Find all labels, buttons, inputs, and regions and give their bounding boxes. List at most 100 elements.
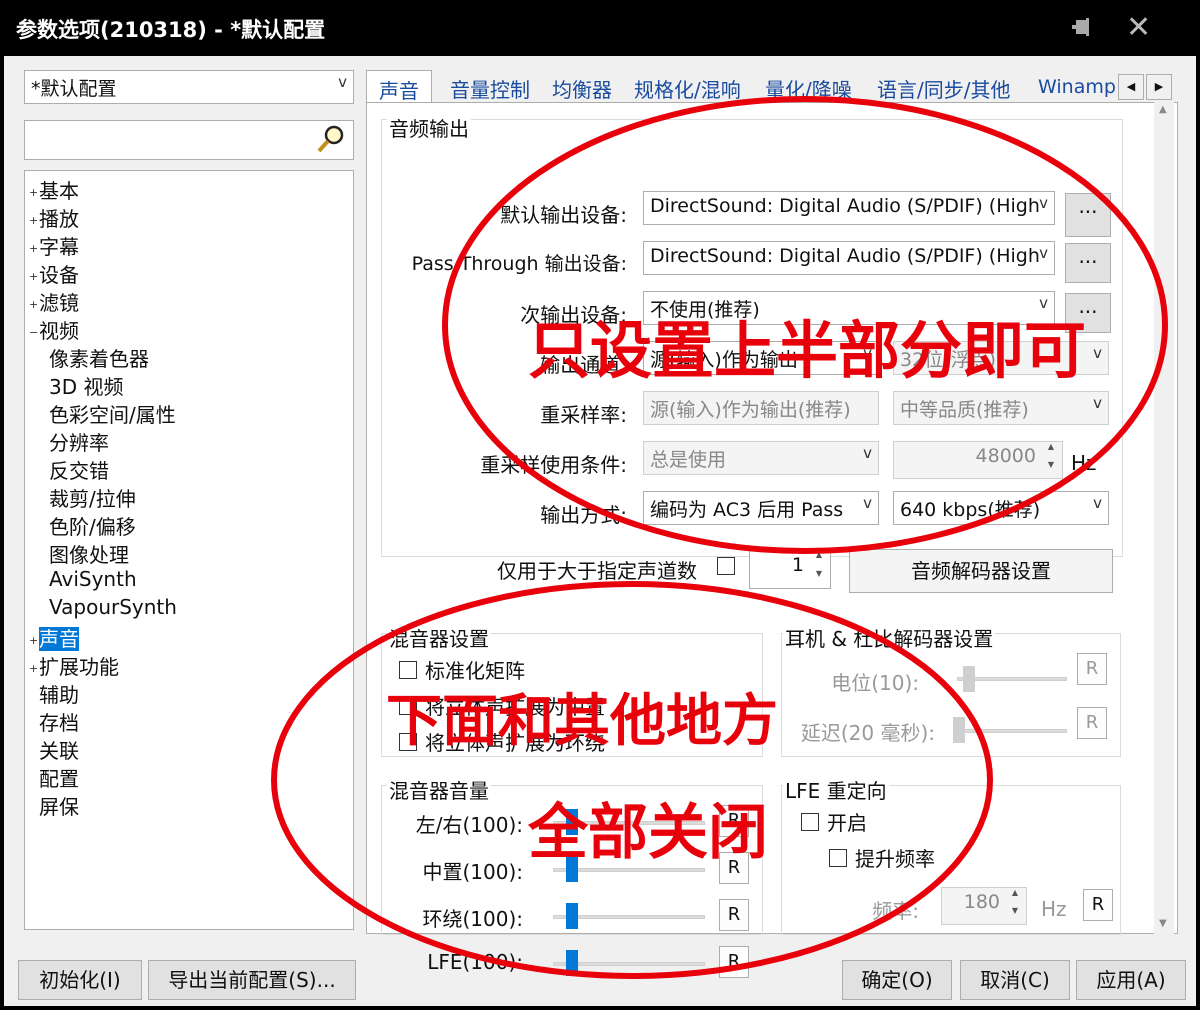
- pin-icon[interactable]: [1068, 14, 1096, 42]
- mixer-volume-label: 左/右(100):: [415, 813, 523, 837]
- passthrough-device-more-button[interactable]: ...: [1065, 243, 1111, 283]
- spin-down-icon[interactable]: ▼: [1042, 460, 1060, 478]
- default-device-select[interactable]: DirectSound: Digital Audio (S/PDIF) (Hig…: [643, 191, 1055, 225]
- expand-icon[interactable]: +: [29, 186, 39, 199]
- tree-item[interactable]: 3D 视频: [49, 371, 123, 400]
- tree-item[interactable]: 裁剪/拉伸: [49, 483, 136, 512]
- spin-up-icon[interactable]: ▲: [810, 550, 828, 569]
- lfe-enable-checkbox[interactable]: [801, 813, 819, 831]
- tree-item[interactable]: −视频: [29, 315, 79, 344]
- lfe-boost-checkbox[interactable]: [829, 849, 847, 867]
- ok-button[interactable]: 确定(O): [842, 960, 952, 1000]
- resample-condition-select[interactable]: 总是使用 v: [643, 441, 879, 475]
- close-icon[interactable]: ✕: [1126, 10, 1151, 45]
- chevron-down-icon: v: [1093, 494, 1102, 512]
- bitrate-select[interactable]: 640 kbps(推荐) v: [893, 491, 1109, 525]
- tab-language-sync-other[interactable]: 语言/同步/其他: [877, 74, 1010, 103]
- tree-item-label: 分辨率: [49, 431, 109, 455]
- expand-icon[interactable]: +: [29, 662, 39, 675]
- sample-rate-spinner[interactable]: 48000 ▲ ▼: [893, 441, 1063, 479]
- tree-item-label: 图像处理: [49, 543, 129, 567]
- min-channels-spinner[interactable]: 1 ▲ ▼: [749, 549, 831, 589]
- lfe-freq-reset-button[interactable]: R: [1083, 889, 1113, 921]
- tree-item[interactable]: +声音: [29, 623, 79, 652]
- window-title: 参数选项(210318) - *默认配置: [16, 18, 326, 42]
- apply-button[interactable]: 应用(A): [1076, 960, 1186, 1000]
- spin-down-icon[interactable]: ▼: [1006, 906, 1024, 924]
- tab-winamp[interactable]: Winamp: [1038, 76, 1116, 98]
- profile-select[interactable]: *默认配置 v: [24, 70, 354, 104]
- scroll-down-icon[interactable]: ▼: [1159, 918, 1167, 929]
- spin-down-icon[interactable]: ▼: [810, 569, 828, 588]
- tree-item[interactable]: VapourSynth: [49, 595, 177, 619]
- expand-icon[interactable]: +: [29, 270, 39, 283]
- lfe-freq-spinner[interactable]: 180 ▲ ▼: [941, 887, 1027, 925]
- expand-icon[interactable]: +: [29, 242, 39, 255]
- tree-item-label: 播放: [39, 207, 79, 231]
- mixer-volume-title: 混音器音量: [387, 775, 491, 804]
- default-device-label: 默认输出设备:: [500, 203, 627, 227]
- tree-item[interactable]: +播放: [29, 203, 79, 232]
- tree-item[interactable]: AviSynth: [49, 567, 137, 591]
- delay-slider-thumb[interactable]: [953, 717, 965, 743]
- tree-item[interactable]: 辅助: [29, 679, 79, 708]
- init-button[interactable]: 初始化(I): [18, 960, 142, 1000]
- lfe-freq-label: 频率:: [872, 899, 919, 923]
- level-slider-thumb[interactable]: [963, 666, 975, 692]
- tree-item[interactable]: +扩展功能: [29, 651, 119, 680]
- passthrough-device-select[interactable]: DirectSound: Digital Audio (S/PDIF) (Hig…: [643, 241, 1055, 275]
- tree-item[interactable]: 分辨率: [49, 427, 109, 456]
- tree-item[interactable]: +基本: [29, 175, 79, 204]
- mixer-volume-reset-button[interactable]: R: [719, 899, 749, 931]
- tree-item[interactable]: 反交错: [49, 455, 109, 484]
- min-channels-value: 1: [791, 554, 804, 576]
- export-config-button[interactable]: 导出当前配置(S)...: [148, 960, 356, 1000]
- expand-icon[interactable]: +: [29, 214, 39, 227]
- resample-rate-select[interactable]: 源(输入)作为输出(推荐): [643, 391, 879, 425]
- tree-item[interactable]: 屏保: [29, 791, 79, 820]
- tree-item[interactable]: 色阶/偏移: [49, 511, 136, 540]
- mixer-volume-slider-thumb[interactable]: [566, 950, 578, 976]
- collapse-icon[interactable]: −: [29, 326, 39, 339]
- spin-up-icon[interactable]: ▲: [1042, 442, 1060, 460]
- tab-equalizer[interactable]: 均衡器: [552, 74, 612, 103]
- tree-item[interactable]: 关联: [29, 735, 79, 764]
- audio-decoder-settings-button[interactable]: 音频解码器设置: [849, 549, 1113, 593]
- tab-volume-control[interactable]: 音量控制: [450, 74, 530, 103]
- annotation-bottom-text-1: 下面和其他地方: [386, 689, 778, 754]
- tree-item[interactable]: 存档: [29, 707, 79, 736]
- level-reset-button[interactable]: R: [1077, 653, 1107, 685]
- min-channels-checkbox[interactable]: [717, 557, 735, 575]
- tree-item[interactable]: +设备: [29, 259, 79, 288]
- tree-item-label: 色彩空间/属性: [49, 403, 176, 427]
- page-scrollbar[interactable]: ▲ ▼: [1154, 100, 1174, 936]
- tree-item[interactable]: +字幕: [29, 231, 79, 260]
- tree-item[interactable]: +滤镜: [29, 287, 79, 316]
- cancel-button[interactable]: 取消(C): [960, 960, 1070, 1000]
- output-mode-select[interactable]: 编码为 AC3 后用 Pass v: [643, 491, 879, 525]
- tab-quantize-denoise[interactable]: 量化/降噪: [765, 74, 852, 103]
- spin-up-icon[interactable]: ▲: [1006, 888, 1024, 906]
- tab-scroll-left-icon[interactable]: ◀: [1118, 74, 1144, 100]
- delay-slider-track[interactable]: [957, 729, 1067, 733]
- tree-item[interactable]: 色彩空间/属性: [49, 399, 176, 428]
- tree-item-label: 基本: [39, 179, 79, 203]
- tab-normalize-reverb[interactable]: 规格化/混响: [634, 74, 741, 103]
- mixer-volume-slider-thumb[interactable]: [566, 903, 578, 929]
- search-icon[interactable]: [315, 123, 347, 155]
- settings-tree[interactable]: +基本 +播放 +字幕 +设备 +滤镜 −视频 像素着色器 3D 视频 色彩空间/属性 分辨率 反交…: [24, 170, 354, 930]
- delay-reset-button[interactable]: R: [1077, 707, 1107, 739]
- tree-item[interactable]: 图像处理: [49, 539, 129, 568]
- search-input[interactable]: [24, 120, 354, 160]
- chevron-down-icon: v: [863, 444, 872, 462]
- tree-item[interactable]: 配置: [29, 763, 79, 792]
- mixer-volume-reset-button[interactable]: R: [719, 946, 749, 978]
- tree-item[interactable]: 像素着色器: [49, 343, 149, 372]
- expand-icon[interactable]: +: [29, 634, 39, 647]
- expand-icon[interactable]: +: [29, 298, 39, 311]
- resample-rate-label: 重采样率:: [540, 403, 627, 427]
- tab-scroll-right-icon[interactable]: ▶: [1146, 74, 1172, 100]
- scroll-up-icon[interactable]: ▲: [1159, 104, 1167, 115]
- resample-quality-select[interactable]: 中等品质(推荐) v: [893, 391, 1109, 425]
- default-device-more-button[interactable]: ...: [1065, 193, 1111, 237]
